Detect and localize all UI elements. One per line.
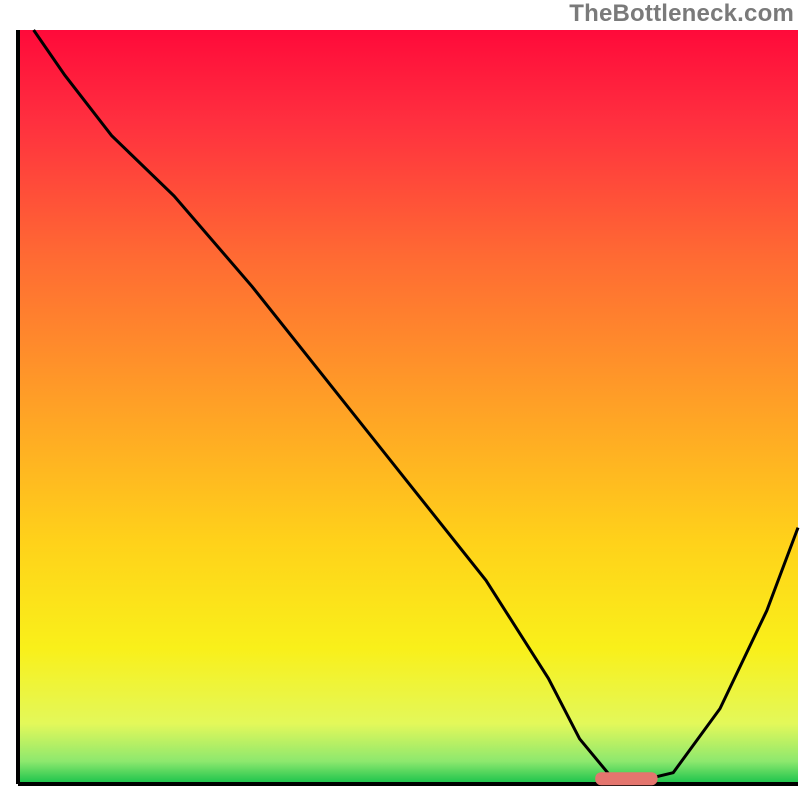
bottleneck-chart [0, 0, 800, 800]
plot-area [18, 30, 798, 785]
gradient-background [18, 30, 798, 784]
chart-container: TheBottleneck.com [0, 0, 800, 800]
sweet-spot-marker [595, 772, 657, 785]
watermark-text: TheBottleneck.com [569, 0, 794, 28]
